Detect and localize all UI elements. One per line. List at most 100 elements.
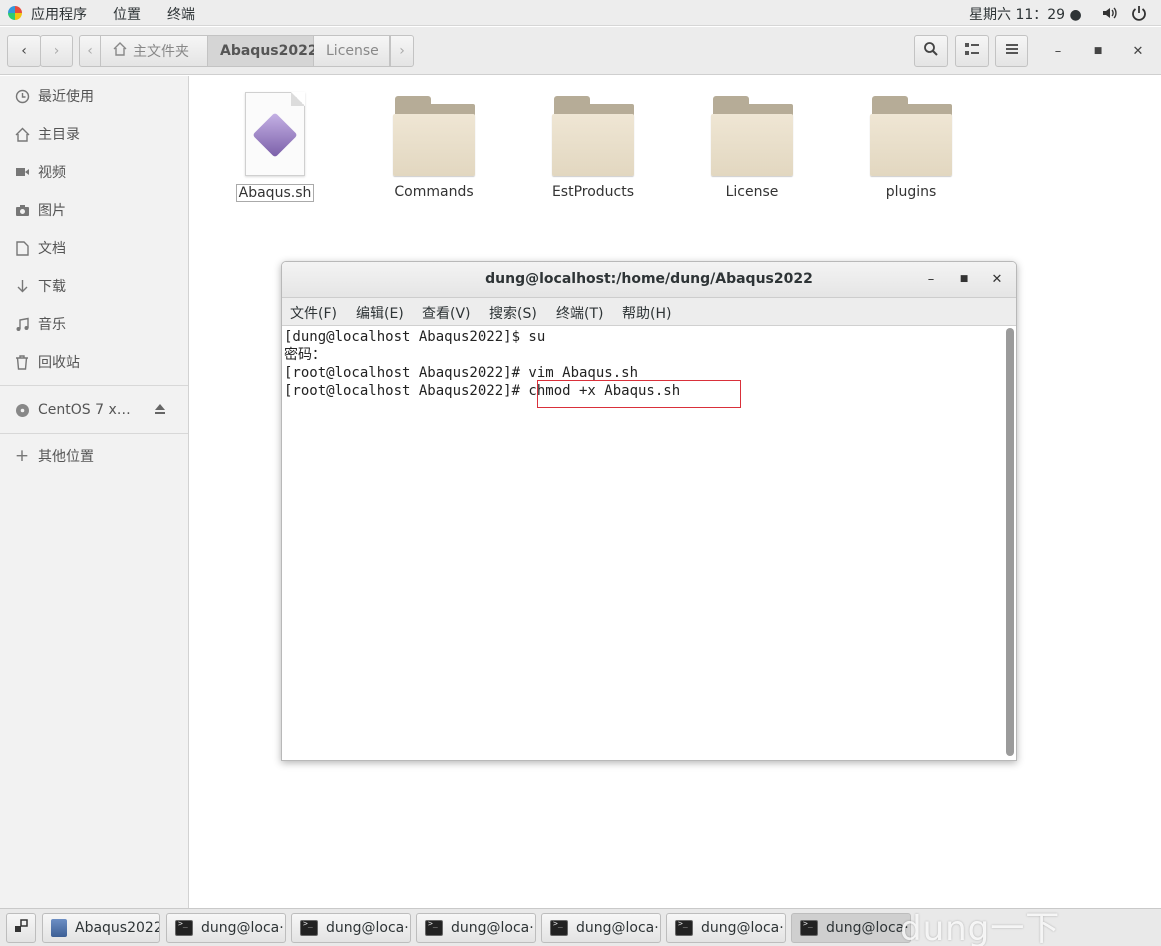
terminal-scrollbar[interactable] [1006, 328, 1014, 756]
menu-view[interactable]: 查看(V) [422, 303, 471, 323]
file-label: License [725, 184, 779, 200]
close-icon: ✕ [991, 271, 1003, 287]
sidebar-item-centos-disc[interactable]: CentOS 7 x… [0, 395, 188, 425]
breadcrumb-abaqus2022[interactable]: Abaqus2022 [208, 35, 318, 67]
minimize-icon: – [927, 271, 935, 287]
show-desktop-button[interactable] [6, 913, 36, 943]
file-label: Commands [394, 184, 474, 200]
file-manager-headerbar: ‹ › ‹ 主文件夹 Abaqus2022 License › – ■ ✕ [0, 27, 1161, 75]
file-label: EstProducts [551, 184, 635, 200]
maximize-button[interactable]: ■ [1088, 41, 1108, 61]
breadcrumb-license[interactable]: License [314, 35, 390, 67]
terminal-maximize-button[interactable]: ■ [955, 270, 973, 288]
sidebar-item-other-locations[interactable]: + 其他位置 [0, 441, 188, 471]
sidebar-item-recent[interactable]: 最近使用 [0, 81, 188, 111]
menu-help[interactable]: 帮助(H) [622, 303, 671, 323]
file-item-commands[interactable]: Commands [379, 92, 489, 200]
chevron-left-icon: ‹ [21, 43, 27, 59]
breadcrumb-scroll-left[interactable]: ‹ [79, 35, 101, 67]
file-manager-icon [51, 919, 67, 937]
document-icon [14, 240, 30, 256]
view-toggle-button[interactable] [955, 35, 989, 67]
script-file-icon [245, 92, 305, 176]
task-file-manager[interactable]: Abaqus2022 [42, 913, 160, 943]
terminal-icon [425, 919, 443, 936]
eject-icon[interactable] [153, 402, 167, 420]
menu-terminal[interactable]: 终端(T) [556, 303, 603, 323]
terminal-menubar: 文件(F) 编辑(E) 查看(V) 搜索(S) 终端(T) 帮助(H) [282, 298, 1016, 326]
search-icon [923, 41, 939, 61]
file-item-estproducts[interactable]: EstProducts [538, 92, 648, 200]
terminal-titlebar[interactable]: dung@localhost:/home/dung/Abaqus2022 – ■… [282, 262, 1016, 298]
chevron-right-icon: › [399, 43, 405, 59]
terminal-icon [800, 919, 818, 936]
hamburger-icon [1005, 43, 1019, 59]
task-terminal-5[interactable]: dung@loca··· [666, 913, 786, 943]
camera-icon [14, 202, 30, 218]
file-label: plugins [885, 184, 937, 200]
breadcrumb-home[interactable]: 主文件夹 [101, 35, 208, 67]
trash-icon [14, 354, 30, 370]
forward-button[interactable]: › [40, 35, 73, 67]
terminal-icon [675, 919, 693, 936]
volume-icon[interactable] [1101, 4, 1119, 26]
terminal-icon [550, 919, 568, 936]
places-sidebar: 最近使用 主目录 视频 图片 文档 下载 音乐 回收站 CentOS 7 x… … [0, 76, 189, 908]
menu-edit[interactable]: 编辑(E) [356, 303, 404, 323]
command-highlight-box [537, 380, 741, 408]
terminal-close-button[interactable]: ✕ [988, 270, 1006, 288]
sidebar-item-downloads[interactable]: 下载 [0, 271, 188, 301]
file-label: Abaqus.sh [235, 184, 315, 202]
folder-icon [870, 92, 952, 176]
applications-menu[interactable]: 应用程序 [31, 4, 87, 24]
sidebar-item-trash[interactable]: 回收站 [0, 347, 188, 377]
home-icon [14, 126, 30, 142]
download-icon [14, 278, 30, 294]
close-button[interactable]: ✕ [1128, 41, 1148, 61]
task-terminal-4[interactable]: dung@loca··· [541, 913, 661, 943]
file-item-license[interactable]: License [697, 92, 807, 200]
applications-icon[interactable] [8, 6, 22, 20]
menu-button[interactable] [995, 35, 1028, 67]
plus-icon: + [14, 446, 30, 466]
sidebar-divider [0, 433, 188, 434]
search-button[interactable] [914, 35, 948, 67]
clock[interactable]: 星期六 11：29 ● [969, 4, 1082, 24]
places-menu[interactable]: 位置 [113, 4, 141, 24]
menu-search[interactable]: 搜索(S) [489, 303, 537, 323]
sidebar-item-music[interactable]: 音乐 [0, 309, 188, 339]
close-icon: ✕ [1132, 43, 1144, 59]
menu-file[interactable]: 文件(F) [290, 303, 337, 323]
terminal-minimize-button[interactable]: – [922, 270, 940, 288]
top-panel: 应用程序 位置 终端 星期六 11：29 ● [0, 0, 1161, 26]
disc-icon [14, 402, 30, 418]
terminal-window[interactable]: dung@localhost:/home/dung/Abaqus2022 – ■… [281, 261, 1017, 761]
watermark: dung一下 [900, 909, 1061, 946]
terminal-icon [175, 919, 193, 936]
file-item-abaqus-sh[interactable]: Abaqus.sh [220, 92, 330, 202]
file-item-plugins[interactable]: plugins [856, 92, 966, 200]
chevron-right-icon: › [53, 43, 60, 59]
power-icon[interactable] [1130, 4, 1148, 26]
back-button[interactable]: ‹ [7, 35, 41, 67]
terminal-title: dung@localhost:/home/dung/Abaqus2022 [485, 271, 813, 287]
list-view-icon [964, 42, 980, 60]
task-terminal-1[interactable]: dung@loca··· [166, 913, 286, 943]
sidebar-item-home[interactable]: 主目录 [0, 119, 188, 149]
maximize-icon: ■ [959, 274, 969, 284]
minimize-button[interactable]: – [1048, 41, 1068, 61]
folder-icon [711, 92, 793, 176]
sidebar-item-videos[interactable]: 视频 [0, 157, 188, 187]
desktop-icon [13, 918, 29, 938]
task-terminal-6[interactable]: dung@loca··· [791, 913, 911, 943]
sidebar-divider [0, 385, 188, 386]
sidebar-item-documents[interactable]: 文档 [0, 233, 188, 263]
terminal-menu[interactable]: 终端 [167, 4, 195, 24]
clock-icon [14, 88, 30, 104]
task-terminal-2[interactable]: dung@loca··· [291, 913, 411, 943]
task-terminal-3[interactable]: dung@loca··· [416, 913, 536, 943]
video-icon [14, 164, 30, 180]
folder-icon [393, 92, 475, 176]
sidebar-item-pictures[interactable]: 图片 [0, 195, 188, 225]
breadcrumb-scroll-right[interactable]: › [390, 35, 414, 67]
